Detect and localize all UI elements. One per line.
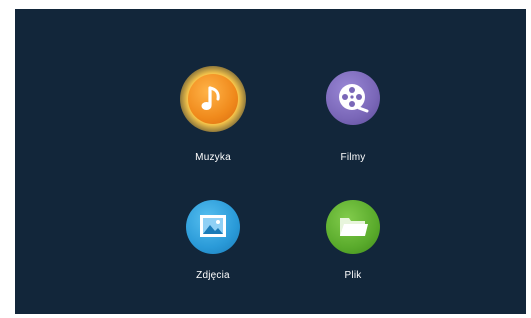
- films-label: Filmy: [340, 152, 366, 163]
- files-label: Plik: [344, 270, 362, 281]
- menu-item-photos[interactable]: Zdjęcia: [163, 200, 263, 300]
- photos-button[interactable]: [186, 200, 240, 254]
- music-button[interactable]: [180, 66, 246, 132]
- film-reel-icon: [339, 84, 369, 113]
- music-label: Muzyka: [195, 152, 231, 163]
- menu-item-files[interactable]: Plik: [303, 200, 403, 300]
- films-button[interactable]: [326, 71, 380, 125]
- photos-label: Zdjęcia: [196, 270, 230, 281]
- folder-icon: [340, 218, 368, 236]
- menu-item-films[interactable]: Filmy: [303, 71, 403, 186]
- files-button[interactable]: [326, 200, 380, 254]
- music-note-icon: [188, 74, 238, 124]
- media-menu-screen: Muzyka Filmy Zdjęcia Plik: [15, 9, 526, 314]
- menu-item-music[interactable]: Muzyka: [163, 66, 263, 186]
- picture-icon: [200, 215, 226, 237]
